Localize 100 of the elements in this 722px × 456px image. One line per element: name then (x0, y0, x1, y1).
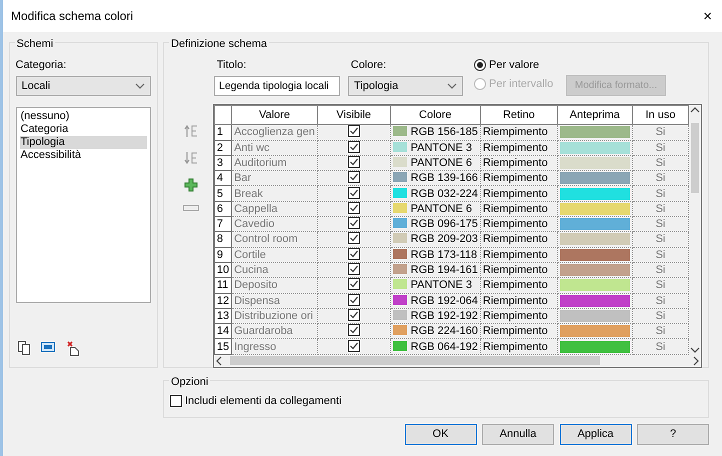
checkbox[interactable] (348, 248, 360, 260)
row-number: 9 (214, 247, 232, 262)
checkbox[interactable] (348, 294, 360, 306)
column-header: Retino (480, 106, 558, 125)
scroll-right-icon[interactable] (691, 356, 701, 366)
table-cell: Riempimento (480, 216, 558, 232)
table-cell: Distribuzione ori (232, 308, 318, 324)
radio-option[interactable]: Per valore (474, 57, 566, 73)
checkbox[interactable] (348, 232, 360, 244)
table-cell: Cucina (232, 262, 318, 278)
scheme-item[interactable]: Accessibilità (20, 149, 146, 162)
row-number: 1 (214, 124, 232, 140)
field-label: Categoria: (16, 58, 68, 73)
delete-icon[interactable] (66, 340, 80, 356)
dialog-button[interactable]: ? (637, 424, 709, 444)
scheme-item[interactable]: Categoria (20, 123, 146, 136)
rename-icon[interactable] (41, 340, 56, 352)
color-swatch-button[interactable]: RGB 224-160 (390, 324, 480, 339)
row-number: 2 (214, 140, 232, 156)
checkbox[interactable] (348, 218, 360, 230)
table-cell: Dispensa (232, 293, 318, 308)
row-number: 5 (214, 186, 232, 202)
dialog-button[interactable]: OK (404, 424, 476, 444)
table-cell: Cavedio (232, 216, 318, 232)
color-swatch-button[interactable]: RGB 192-192 (390, 308, 480, 324)
table-cell: Anti wc (232, 140, 318, 156)
table-cell: Accoglienza gen (232, 124, 318, 140)
color-swatch-button[interactable]: RGB 064-192 (390, 338, 480, 354)
checkbox[interactable] (348, 309, 360, 321)
duplicate-icon[interactable] (18, 340, 30, 354)
row-number: 15 (214, 338, 232, 354)
title-field[interactable]: Legenda tipologia locali (214, 76, 340, 96)
checkbox[interactable] (348, 186, 360, 199)
table-cell: Bar (232, 170, 318, 186)
window-title: Modifica schema colori (11, 8, 134, 25)
color-swatch-button[interactable]: RGB 192-064 (390, 293, 480, 308)
checkbox[interactable] (348, 340, 360, 352)
color-swatch-button[interactable]: PANTONE 3 (390, 278, 480, 294)
row-number: 10 (214, 262, 232, 278)
scheme-item[interactable]: (nessuno) (20, 110, 146, 124)
scroll-down-icon[interactable] (690, 344, 700, 355)
checkbox[interactable] (348, 278, 360, 290)
checkbox[interactable] (348, 141, 360, 153)
category-dropdown[interactable]: Locali (16, 76, 150, 96)
table-cell: Riempimento (480, 293, 558, 308)
scroll-left-icon[interactable] (214, 356, 224, 366)
checkbox[interactable] (348, 126, 360, 138)
color-swatch-button[interactable]: RGB 096-175 (390, 216, 480, 232)
table-cell: Riempimento (480, 278, 558, 294)
color-dropdown[interactable]: Tipologia (348, 76, 463, 96)
color-swatch-button[interactable]: PANTONE 6 (390, 155, 480, 171)
radio-option: Per intervallo (474, 76, 566, 92)
dialog-button[interactable]: Annulla (482, 424, 554, 444)
row-number: 8 (214, 232, 232, 248)
color-swatch-button[interactable]: RGB 156-185 (390, 124, 480, 140)
table-cell: Riempimento (480, 338, 558, 354)
table-cell: Riempimento (480, 247, 558, 262)
color-swatch-button[interactable]: RGB 209-203 (390, 232, 480, 248)
scrollbar-thumb[interactable] (691, 123, 700, 194)
column-header: Anteprima (557, 106, 632, 125)
field-label: Colore: (350, 58, 388, 73)
close-button[interactable]: × (699, 8, 716, 24)
color-swatch-button[interactable]: PANTONE 3 (390, 140, 480, 156)
table-cell: Break (232, 186, 318, 202)
color-swatch-button[interactable]: RGB 032-224 (390, 186, 480, 202)
table-cell: Cortile (232, 247, 318, 262)
row-number: 4 (214, 170, 232, 186)
add-icon[interactable] (184, 178, 198, 192)
row-number: 6 (214, 201, 232, 217)
checkbox[interactable] (348, 156, 360, 168)
row-number: 13 (214, 308, 232, 324)
row-number: 12 (214, 293, 232, 308)
table-cell: Riempimento (480, 232, 558, 248)
checkbox[interactable] (348, 324, 360, 336)
checkbox[interactable] (348, 172, 360, 184)
checkbox[interactable] (348, 263, 360, 276)
table-cell: Riempimento (480, 262, 558, 278)
table-cell: Auditorium (232, 155, 318, 171)
row-number: 14 (214, 324, 232, 339)
table-cell: Riempimento (480, 155, 558, 171)
table-cell: Guardaroba (232, 324, 318, 339)
caret-icon (447, 82, 457, 90)
color-swatch-button[interactable]: PANTONE 6 (390, 201, 480, 217)
table-cell: Control room (232, 232, 318, 248)
scheme-item[interactable]: Tipologia (20, 136, 146, 150)
table-cell: Riempimento (480, 324, 558, 339)
dialog-button[interactable]: Applica (560, 424, 632, 444)
color-swatch-button[interactable]: RGB 173-118 (390, 247, 480, 262)
color-swatch-button[interactable]: RGB 139-166 (390, 170, 480, 186)
table-cell: Riempimento (480, 124, 558, 140)
scrollbar-thumb[interactable] (230, 356, 600, 366)
table-cell: Riempimento (480, 201, 558, 217)
table-cell: Riempimento (480, 308, 558, 324)
checkbox[interactable] (348, 202, 360, 214)
row-number: 7 (214, 216, 232, 232)
field-label: Titolo: (216, 58, 248, 73)
column-header: Valore (232, 106, 318, 125)
table-cell: Riempimento (480, 186, 558, 202)
row-number: 3 (214, 155, 232, 171)
color-swatch-button[interactable]: RGB 194-161 (390, 262, 480, 278)
